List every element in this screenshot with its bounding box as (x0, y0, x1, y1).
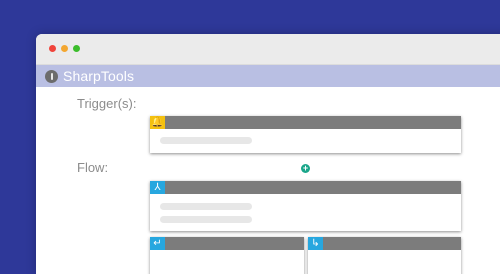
fork-icon: ⅄ (150, 181, 165, 194)
close-window-button[interactable] (49, 45, 56, 52)
window-titlebar (36, 34, 500, 65)
placeholder-line (160, 137, 252, 144)
app-title: SharpTools (63, 68, 135, 84)
placeholder-line (160, 216, 252, 223)
app-header: SharpTools (36, 65, 500, 87)
branch-card-header: ↵ (150, 237, 304, 250)
add-step-button[interactable]: + (301, 164, 310, 173)
app-window: SharpTools Trigger(s): 🔔 Flow: + ⅄ ↵ ↳ (36, 34, 500, 274)
maximize-window-button[interactable] (73, 45, 80, 52)
trigger-section-label: Trigger(s): (77, 96, 137, 111)
power-icon (45, 69, 58, 83)
trigger-card[interactable]: 🔔 (150, 116, 461, 153)
bell-icon: 🔔 (150, 116, 165, 129)
return-arrow-icon: ↵ (150, 237, 165, 250)
flow-section-label: Flow: (77, 160, 109, 175)
trigger-card-header: 🔔 (150, 116, 461, 129)
branch-card-header: ↳ (308, 237, 461, 250)
branch-card-right[interactable]: ↳ (308, 237, 461, 274)
flow-card[interactable]: ⅄ (150, 181, 461, 231)
flow-card-header: ⅄ (150, 181, 461, 194)
placeholder-line (160, 203, 252, 210)
branch-card-left[interactable]: ↵ (150, 237, 304, 274)
down-right-arrow-icon: ↳ (308, 237, 323, 250)
minimize-window-button[interactable] (61, 45, 68, 52)
